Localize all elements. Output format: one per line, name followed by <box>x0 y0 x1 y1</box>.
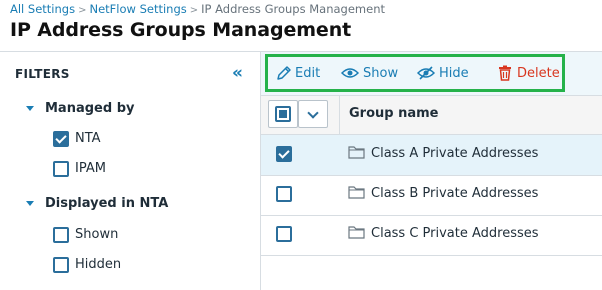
hide-button[interactable]: Hide <box>417 65 469 81</box>
row-checkbox[interactable] <box>276 146 292 162</box>
breadcrumb-link-netflow-settings[interactable]: NetFlow Settings <box>89 2 186 16</box>
edit-label: Edit <box>295 66 321 81</box>
select-options-dropdown[interactable] <box>298 100 328 128</box>
group-name-cell[interactable]: Class B Private Addresses <box>371 186 538 201</box>
grid-header-top-divider <box>261 95 602 96</box>
column-divider <box>339 95 340 134</box>
filters-heading: FILTERS <box>15 67 70 81</box>
row-checkbox[interactable] <box>276 226 292 242</box>
checkbox-ipam[interactable] <box>53 161 69 177</box>
pencil-icon <box>277 65 291 80</box>
checkbox-nta[interactable] <box>53 131 69 147</box>
delete-label: Delete <box>517 66 560 81</box>
row-divider <box>261 255 602 256</box>
filter-option-label: NTA <box>75 131 101 146</box>
filter-option-label: Shown <box>75 227 119 242</box>
trash-icon <box>499 65 511 81</box>
folder-icon <box>348 146 365 159</box>
column-header-group-name[interactable]: Group name <box>349 106 439 121</box>
breadcrumb-link-all-settings[interactable]: All Settings <box>10 2 75 16</box>
folder-icon <box>348 186 365 199</box>
filter-group-managed-by[interactable]: Managed by <box>45 101 134 116</box>
breadcrumb-separator: > <box>78 5 87 16</box>
group-name-cell[interactable]: Class A Private Addresses <box>371 146 538 161</box>
breadcrumb-separator: > <box>189 5 199 16</box>
eye-icon <box>341 67 359 78</box>
edit-button[interactable]: Edit <box>276 65 321 81</box>
show-label: Show <box>363 66 399 81</box>
group-name-cell[interactable]: Class C Private Addresses <box>371 226 539 241</box>
filter-option-label: Hidden <box>75 257 122 272</box>
expand-caret-icon[interactable] <box>26 201 34 206</box>
eye-slash-icon <box>417 65 435 80</box>
page-title: IP Address Groups Management <box>10 19 352 41</box>
filter-group-displayed-in-nta[interactable]: Displayed in NTA <box>45 196 168 211</box>
show-button[interactable]: Show <box>341 66 398 81</box>
delete-button[interactable]: Delete <box>498 65 560 81</box>
checkbox-hidden[interactable] <box>53 257 69 273</box>
checkbox-shown[interactable] <box>53 227 69 243</box>
collapse-filters-icon[interactable]: « <box>232 64 248 82</box>
filter-option-label: IPAM <box>75 161 106 176</box>
folder-icon <box>348 226 365 239</box>
select-all-checkbox[interactable] <box>268 100 298 128</box>
expand-caret-icon[interactable] <box>26 106 34 111</box>
hide-label: Hide <box>439 66 469 81</box>
breadcrumb-current: IP Address Groups Management <box>201 2 385 16</box>
chevron-down-icon <box>307 107 319 119</box>
breadcrumb: All Settings > NetFlow Settings > IP Address… <box>10 2 385 16</box>
partial-select-icon <box>275 106 291 122</box>
row-checkbox[interactable] <box>276 186 292 202</box>
